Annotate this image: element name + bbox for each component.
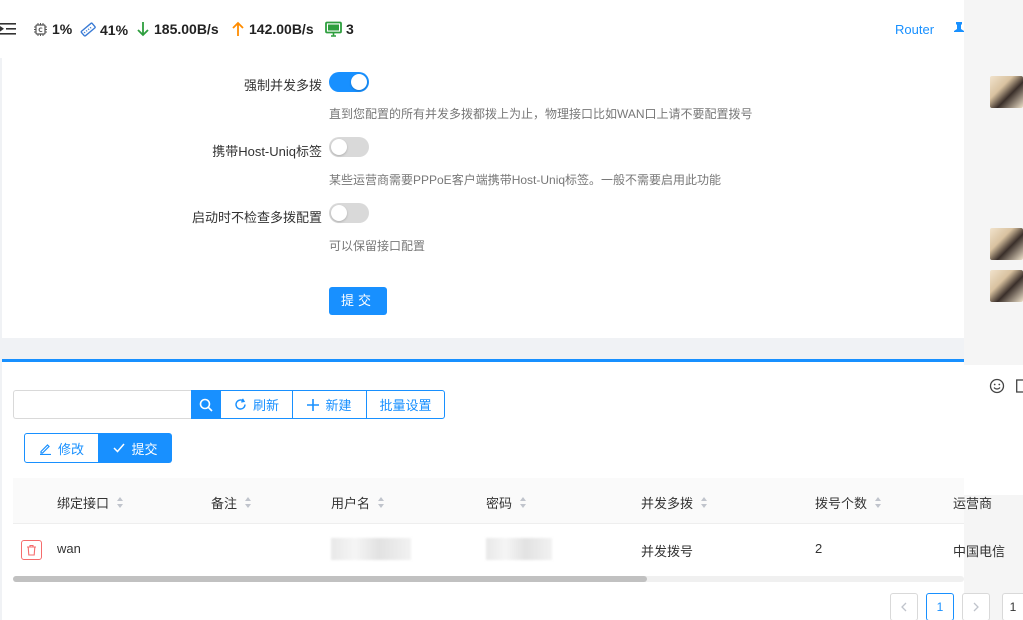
cpu-stat: C 1% [33,21,72,37]
table-row[interactable]: wan 并发拨号 2 中国电信 [13,524,1005,574]
avatar [990,228,1023,260]
column-header-concurrent[interactable]: 并发多拨 [641,493,708,512]
upload-speed: 142.00B/s [249,21,314,37]
devices-stat: 3 [325,21,354,37]
username-cell [331,538,411,560]
chat-side-panel [964,0,1023,620]
next-page-button[interactable] [962,593,990,620]
router-link[interactable]: Router [895,22,934,37]
delete-button[interactable] [21,540,42,560]
column-header-interface[interactable]: 绑定接口 [57,493,124,512]
table-header: 绑定接口 备注 用户名 密码 并发多拨 拨号个数 运营商 [13,478,992,524]
download-speed: 185.00B/s [154,21,219,37]
cpu-value: 1% [52,21,73,37]
cpu-icon: C [34,22,47,36]
column-header-dial-count[interactable]: 拨号个数 [815,493,882,512]
download-arrow-icon [137,22,149,37]
memory-icon [80,22,96,37]
switch-knob [351,74,367,90]
svg-text:C: C [38,27,43,34]
switch-knob [331,139,347,155]
sort-icon[interactable] [520,497,527,508]
refresh-button[interactable]: 刷新 [220,390,293,419]
chevron-right-icon [973,602,979,612]
refresh-label: 刷新 [252,398,279,413]
column-header-note[interactable]: 备注 [211,493,252,512]
column-header-password[interactable]: 密码 [486,493,527,512]
edit-icon [39,443,51,455]
horizontal-scrollbar[interactable] [13,576,964,582]
commit-button[interactable]: 提交 [99,433,172,463]
commit-label: 提交 [131,441,158,457]
switch-knob [331,205,347,221]
folder-icon[interactable] [1016,378,1023,394]
column-header-isp[interactable]: 运营商 [953,493,992,512]
host-uniq-help: 某些运营商需要PPPoE客户端携带Host-Uniq标签。一般不需要启用此功能 [329,173,722,187]
search-input[interactable] [13,390,192,419]
monitor-icon [325,21,342,37]
force-concurrent-switch[interactable] [329,72,369,92]
settings-submit-button[interactable]: 提交 [329,287,387,315]
sort-icon[interactable] [875,497,882,508]
top-status-bar: C 1% 41% 185.00B/s 142.00B/s 3 Router [0,0,964,58]
force-concurrent-help: 直到您配置的所有并发多拨都拨上为止，物理接口比如WAN口上请不要配置拨号 [329,107,753,121]
new-button[interactable]: 新建 [292,390,367,419]
memory-stat: 41% [79,21,128,38]
host-uniq-switch[interactable] [329,137,369,157]
refresh-icon [235,398,246,410]
edit-button[interactable]: 修改 [24,433,99,463]
plus-icon [307,398,320,411]
batch-settings-button[interactable]: 批量设置 [366,390,445,419]
prev-page-button[interactable] [890,593,918,620]
new-label: 新建 [325,398,352,413]
dial-settings-form: 强制并发多拨 直到您配置的所有并发多拨都拨上为止，物理接口比如WAN口上请不要配… [2,58,964,338]
download-stat: 185.00B/s [136,21,219,37]
sort-icon[interactable] [378,497,385,508]
isp-cell: 中国电信 [953,544,1006,559]
sort-icon[interactable] [117,497,124,508]
sort-icon[interactable] [701,497,708,508]
avatar [990,270,1023,302]
avatar [990,76,1023,108]
emoji-icon[interactable] [989,378,1005,394]
menu-toggle-icon[interactable] [0,21,18,37]
search-button[interactable] [191,390,221,419]
chevron-left-icon [901,602,907,612]
trash-icon [27,544,36,556]
column-header-username[interactable]: 用户名 [331,493,385,512]
memory-value: 41% [100,21,129,38]
page-number-current[interactable]: 1 [926,593,954,620]
scrollbar-thumb[interactable] [13,576,647,582]
batch-settings-label: 批量设置 [379,398,432,413]
upload-stat: 142.00B/s [231,21,314,37]
password-cell [486,538,552,560]
check-icon [113,443,126,453]
skip-check-help: 可以保留接口配置 [329,239,426,253]
dial-accounts-panel: 刷新 新建 批量设置 修改 提交 绑定接口 备注 用户名 密码 并发多拨 拨号个… [2,359,1005,620]
skip-check-label: 启动时不检查多拨配置 [191,210,322,225]
edit-label: 修改 [57,441,84,457]
force-concurrent-label: 强制并发多拨 [243,78,322,93]
dial-count-cell: 2 [815,541,823,556]
device-count: 3 [346,21,354,37]
skip-check-switch[interactable] [329,203,369,223]
search-icon [199,398,213,412]
page-jump-input[interactable]: 1 [1002,593,1023,620]
interface-cell: wan [57,541,81,556]
upload-arrow-icon [232,21,244,36]
host-uniq-label: 携带Host-Uniq标签 [212,144,322,159]
concurrent-mode-cell: 并发拨号 [641,544,694,559]
sort-icon[interactable] [245,497,252,508]
pin-icon[interactable] [954,22,964,36]
